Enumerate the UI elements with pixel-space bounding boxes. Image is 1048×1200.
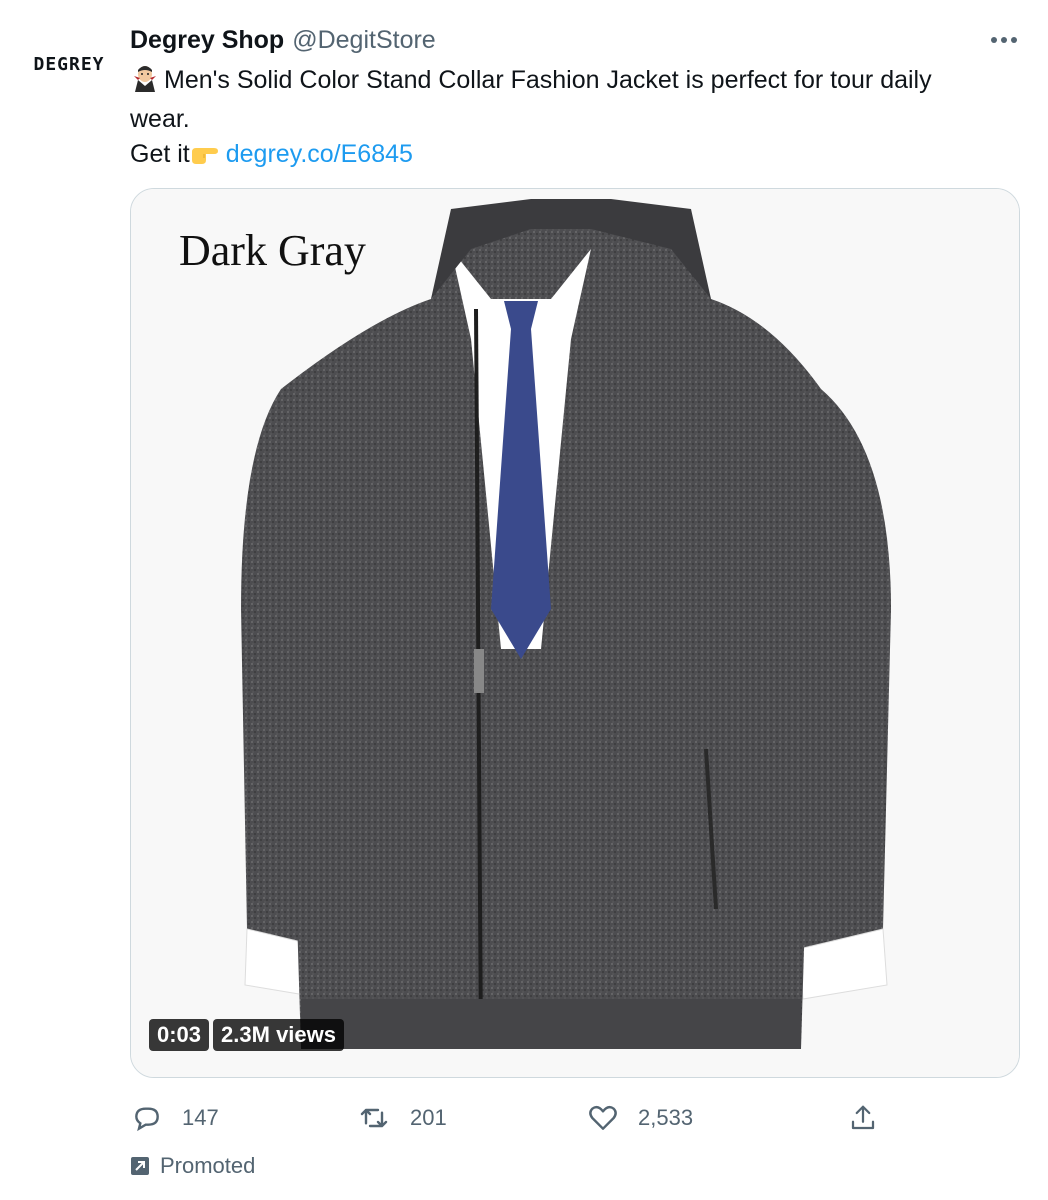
vampire-icon [130,62,160,102]
tweet-text: Men's Solid Color Stand Collar Fashion J… [130,62,1010,176]
reply-count: 147 [182,1105,219,1130]
tweet-line-3-prefix: Get it [130,140,190,168]
avatar-logo-text: DEGREY [33,53,105,75]
video-views-badge: 2.3M views [213,1019,344,1051]
share-icon [851,1105,875,1130]
tweet-line-2: wear. [130,105,190,133]
promoted-label: Promoted [130,1153,255,1179]
tweet-line-1: Men's Solid Color Stand Collar Fashion J… [130,62,1010,102]
more-options-icon[interactable] [988,26,1020,54]
video-media[interactable]: Dark Gray 0:03 2.3M views [130,188,1020,1078]
tweet-line-1-text: Men's Solid Color Stand Collar Fashion J… [164,66,932,94]
share-button[interactable] [848,1098,878,1138]
user-handle[interactable]: @DegitStore [292,26,436,55]
tweet-actions: 147 201 2,533 [130,1098,890,1138]
media-badges: 0:03 2.3M views [149,1019,344,1051]
media-caption: Dark Gray [179,226,366,275]
reply-icon [135,1107,159,1132]
retweet-count: 201 [410,1105,447,1130]
display-name[interactable]: Degrey Shop [130,26,284,55]
video-duration-badge: 0:03 [149,1019,210,1051]
promoted-icon [131,1157,149,1175]
reply-button[interactable]: 147 [130,1098,219,1138]
pointing-hand-icon [190,141,222,176]
like-button[interactable]: 2,533 [586,1098,693,1138]
tweet-header: Degrey Shop @DegitStore [130,22,1018,58]
retweet-icon [360,1108,388,1128]
tweet-line-3: Get it degrey.co/E6845 [130,137,1010,176]
avatar[interactable]: DEGREY [24,44,114,84]
heart-icon [589,1105,617,1130]
promoted-text: Promoted [160,1153,256,1178]
like-count: 2,533 [638,1105,694,1130]
tweet-link[interactable]: degrey.co/E6845 [226,140,413,168]
jacket-image [131,189,1019,1077]
retweet-button[interactable]: 201 [356,1098,447,1138]
